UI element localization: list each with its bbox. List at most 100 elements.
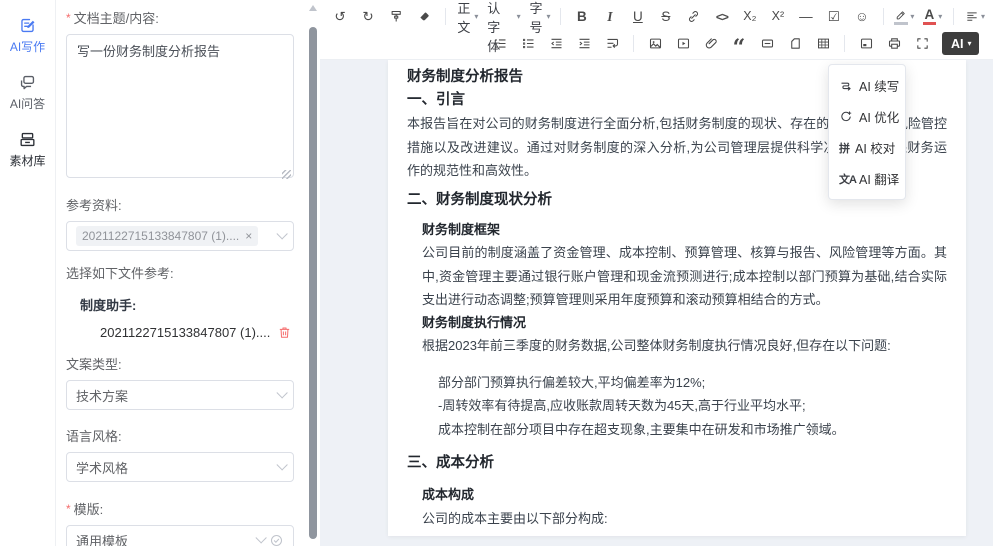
format-painter-button[interactable] — [384, 5, 408, 28]
eraser-button[interactable] — [412, 5, 436, 28]
sidebar-item-material-library[interactable]: 素材库 — [9, 130, 45, 169]
caret-down-icon: ▾ — [981, 13, 985, 21]
emoji-button[interactable]: ☺ — [850, 5, 874, 28]
inline-code-button[interactable]: <> — [710, 5, 734, 28]
embed-card-button[interactable] — [854, 32, 878, 55]
doc-paragraph: 部分部门预算执行偏差较大,平均偏差率为12%; — [438, 371, 947, 395]
tag-close-icon[interactable]: × — [245, 229, 252, 243]
redo-icon: ↻ — [362, 10, 373, 24]
outdent-button[interactable] — [544, 32, 568, 55]
menu-item-ai-proofread[interactable]: 拼AI 校对 — [829, 132, 905, 163]
eraser-icon — [417, 9, 432, 24]
editor-canvas: 财务制度分析报告一、引言本报告旨在对公司的财务制度进行全面分析,包括财务制度的现… — [320, 60, 993, 546]
caret-down-icon: ▾ — [517, 13, 521, 21]
caret-down-icon: ▾ — [910, 13, 914, 21]
style-label: 语言风格: — [66, 426, 294, 445]
form-panel: * 文档主题/内容: 写一份财务制度分析报告 参考资料: 20211227151… — [56, 0, 306, 546]
emoji-icon: ☺ — [855, 10, 869, 24]
undo-button[interactable]: ↺ — [328, 5, 352, 28]
superscript-button[interactable]: X² — [766, 5, 790, 28]
subscript-button[interactable]: X₂ — [738, 5, 762, 28]
doc-paragraph: 根据2023年前三季度的财务数据,公司整体财务制度执行情况良好,但存在以下问题: — [422, 334, 947, 358]
bold-icon: B — [577, 10, 587, 24]
toolbar-separator — [844, 35, 845, 52]
horizontal-rule-button[interactable]: — — [794, 5, 818, 28]
blockquote-button[interactable]: “ — [727, 32, 751, 55]
menu-item-ai-continue[interactable]: AI 续写 — [829, 70, 905, 101]
doc-type-select[interactable]: 技术方案 — [66, 380, 294, 410]
redo-button[interactable]: ↻ — [356, 5, 380, 28]
sidebar-item-ai-qa[interactable]: AI问答 — [10, 73, 45, 112]
doc-paragraph: 公司目前的制度涵盖了资金管理、成本控制、预算管理、核算与报告、风险管理等方面。其… — [422, 241, 947, 312]
menu-item-label: AI 翻译 — [859, 169, 899, 188]
divider-button[interactable] — [755, 32, 779, 55]
checkbox-button[interactable]: ☑ — [822, 5, 846, 28]
strikethrough-button[interactable]: S — [654, 5, 678, 28]
font-color-button[interactable]: A▾ — [920, 5, 944, 28]
doc-heading: 财务制度执行情况 — [422, 312, 947, 335]
topic-input[interactable]: 写一份财务制度分析报告 — [66, 34, 294, 178]
font-size-select-label: 字号 — [527, 0, 544, 36]
bold-button[interactable]: B — [570, 5, 594, 28]
text-wrap-icon — [605, 36, 620, 51]
underline-icon: U — [633, 10, 643, 24]
scroll-up-icon[interactable] — [309, 5, 317, 11]
underline-button[interactable]: U — [626, 5, 650, 28]
sidebar-item-ai-write[interactable]: AI写作 — [10, 16, 45, 55]
doc-type-label: 文案类型: — [66, 354, 294, 373]
italic-icon: I — [607, 10, 612, 24]
panel-scrollbar[interactable] — [306, 0, 320, 546]
italic-button[interactable]: I — [598, 5, 622, 28]
link-button[interactable] — [682, 5, 706, 28]
font-family-select-button[interactable]: 默认字体▾ — [483, 5, 522, 28]
fullscreen-button[interactable] — [910, 32, 934, 55]
style-select[interactable]: 学术风格 — [66, 452, 294, 482]
horizontal-rule-icon: — — [799, 10, 813, 24]
menu-item-ai-optimize[interactable]: AI 优化 — [829, 101, 905, 132]
scrollbar-thumb[interactable] — [309, 27, 317, 539]
ordered-list-button[interactable] — [516, 32, 540, 55]
print-button[interactable] — [882, 32, 906, 55]
doc-heading: 财务制度框架 — [422, 219, 947, 242]
bullet-list-button[interactable] — [488, 32, 512, 55]
indent-icon — [577, 36, 592, 51]
page-break-button[interactable] — [783, 32, 807, 55]
print-icon — [887, 36, 902, 51]
ai-optimize-icon — [839, 110, 853, 124]
required-asterisk: * — [66, 502, 71, 516]
chevron-down-icon — [276, 459, 287, 470]
ordered-list-icon — [521, 36, 536, 51]
topic-label: * 文档主题/内容: — [66, 8, 294, 27]
ai-write-icon — [18, 16, 37, 35]
resize-handle-icon[interactable] — [282, 170, 291, 179]
image-button[interactable] — [643, 32, 667, 55]
sidebar-item-label: AI写作 — [10, 38, 45, 55]
ai-dropdown-menu: AI 续写AI 优化拼AI 校对文AAI 翻译 — [828, 64, 906, 200]
font-size-select-button[interactable]: 字号▾ — [527, 5, 552, 28]
attachment-button[interactable] — [699, 32, 723, 55]
paragraph-style-select-button[interactable]: 正文▾ — [455, 5, 480, 28]
doc-paragraph: 成本控制在部分项目中存在超支现象,主要集中在研发和市场推广领域。 — [438, 418, 947, 442]
menu-item-ai-translate[interactable]: 文AAI 翻译 — [829, 163, 905, 194]
page-break-icon — [788, 36, 803, 51]
highlight-color-button[interactable]: ▾ — [892, 5, 916, 28]
undo-icon: ↺ — [334, 10, 345, 24]
indent-button[interactable] — [572, 32, 596, 55]
divider-icon — [760, 36, 775, 51]
file-section-label: 选择如下文件参考: — [66, 263, 294, 282]
align-button[interactable]: ▾ — [963, 5, 987, 28]
reference-file-name: 2021122715133847807 (1).... — [100, 325, 277, 340]
paragraph-style-select-label: 正文 — [455, 0, 472, 36]
reference-label: 参考资料: — [66, 195, 294, 214]
font-color-icon: A — [923, 8, 937, 25]
video-button[interactable] — [671, 32, 695, 55]
text-wrap-button[interactable] — [600, 32, 624, 55]
reference-select[interactable]: 2021122715133847807 (1).... × — [66, 221, 294, 251]
trash-icon[interactable] — [277, 325, 292, 340]
caret-down-icon: ▾ — [474, 13, 478, 21]
ai-menu-button[interactable]: AI▾ — [942, 32, 979, 55]
table-button[interactable] — [811, 32, 835, 55]
link-icon — [686, 9, 701, 24]
bullet-list-icon — [493, 36, 508, 51]
template-select[interactable]: 通用模板 — [66, 525, 294, 546]
